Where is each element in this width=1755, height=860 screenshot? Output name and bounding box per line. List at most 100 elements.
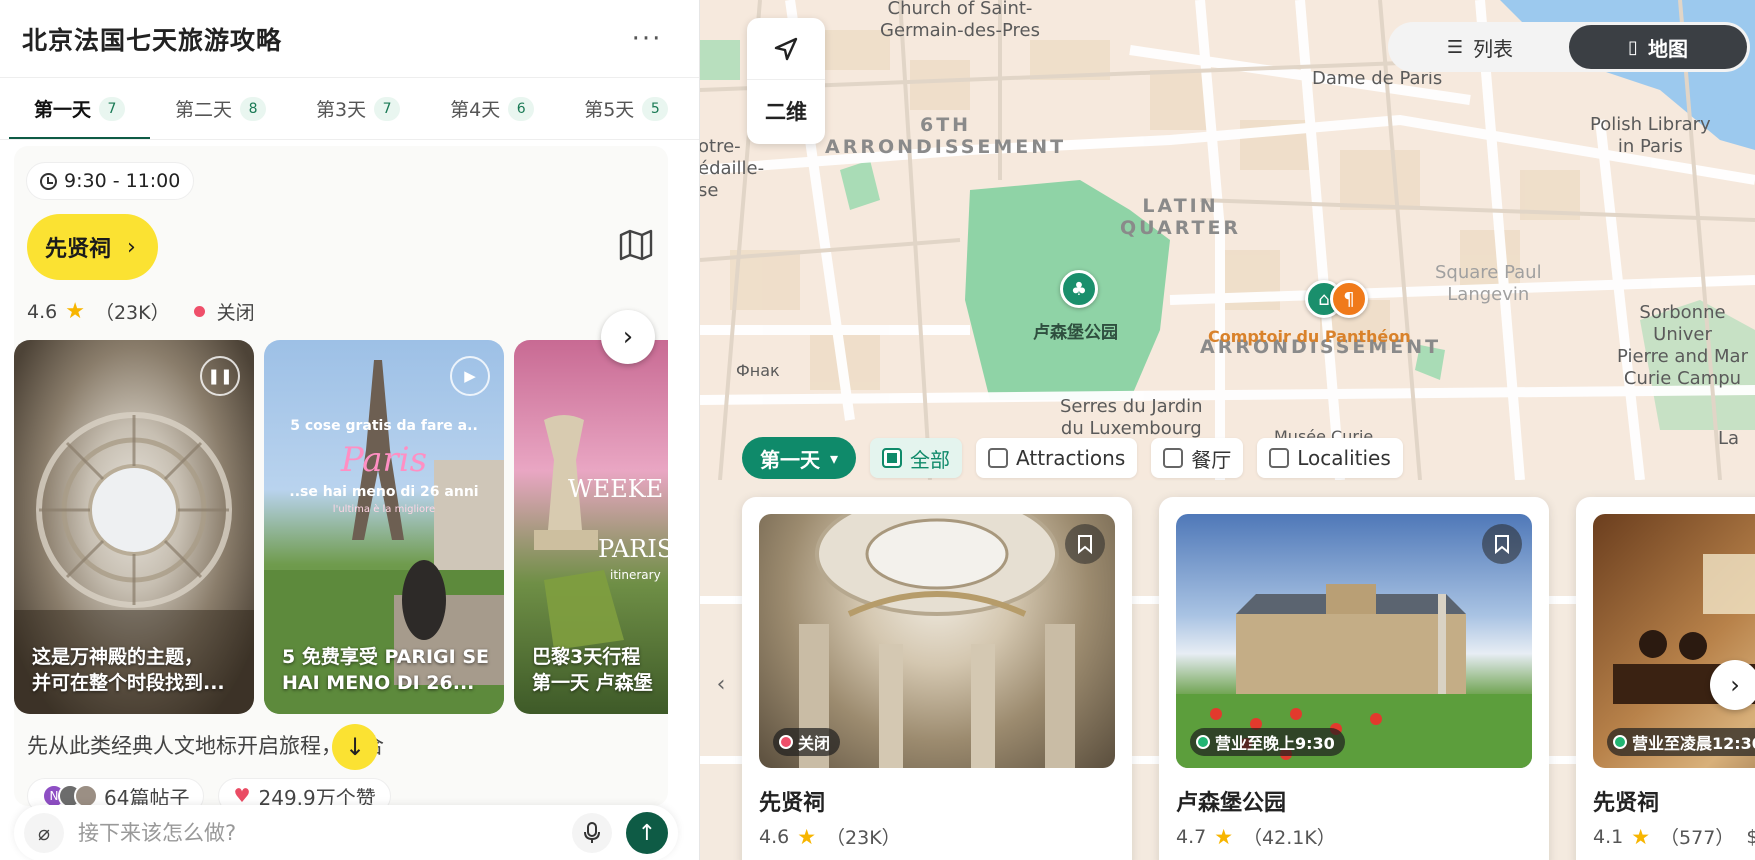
- video-card[interactable]: ❚❚ 这是万神殿的主题， 并可在整个时段找到...: [14, 340, 254, 714]
- rating-value: 4.1: [1593, 825, 1624, 848]
- status-text: 营业至晚上9:30: [1215, 734, 1335, 753]
- play-icon[interactable]: ▶: [450, 356, 490, 396]
- video-caption: 巴黎3天行程 第一天 卢森堡: [532, 646, 653, 694]
- attach-icon[interactable]: ⌀: [24, 813, 64, 853]
- rating-value: 4.6: [27, 300, 58, 323]
- tab-label: 第一天: [34, 99, 92, 121]
- place-card[interactable]: 关闭 先贤祠 4.6 ★ （23K）: [742, 497, 1132, 860]
- place-image: 关闭: [759, 514, 1115, 768]
- map-label: Serres du Jardin du Luxembourg: [1060, 396, 1203, 439]
- status-badge: 营业至晚上9:30: [1190, 728, 1345, 756]
- tab-day-1[interactable]: 第一天 7: [9, 78, 151, 139]
- filter-label: Attractions: [1016, 446, 1126, 470]
- place-rating: 4.1 ★ （577） $: [1593, 823, 1755, 850]
- map-label: 6TH ARRONDISSEMENT: [825, 114, 1067, 158]
- microphone-icon[interactable]: [572, 813, 612, 853]
- day-filter-dropdown[interactable]: 第一天 ▾: [742, 437, 857, 479]
- tab-day-5[interactable]: 第5天 5: [559, 78, 693, 139]
- tab-day-3[interactable]: 第3天 7: [291, 78, 425, 139]
- cards-prev-button[interactable]: ‹: [703, 666, 739, 702]
- map-view-button[interactable]: ▯ 地图: [1569, 25, 1747, 69]
- list-icon: ☰: [1446, 36, 1464, 58]
- place-card[interactable]: 营业至晚上9:30 卢森堡公园 4.7 ★ （42.1K）: [1159, 497, 1549, 860]
- overlay-title: PARIS: [598, 535, 668, 563]
- scroll-down-button[interactable]: ↓: [332, 724, 378, 770]
- restaurant-pin-icon[interactable]: ¶: [1330, 280, 1368, 318]
- status-dot: [779, 735, 793, 749]
- tab-count-badge: 6: [508, 96, 535, 121]
- review-count: （42.1K）: [1243, 827, 1336, 849]
- filter-restaurants[interactable]: 餐厅: [1151, 438, 1244, 478]
- view-toggle: ☰ 列表 ▯ 地图: [1388, 22, 1750, 72]
- carousel-next-button[interactable]: ›: [601, 310, 655, 364]
- checkbox: [1269, 448, 1290, 468]
- chat-input-bar: ⌀ ↑: [14, 805, 678, 860]
- filter-attractions[interactable]: Attractions: [976, 438, 1138, 478]
- place-rating: 4.6 ★ （23K）: [759, 823, 901, 850]
- map-label: Church of Saint- Germain-des-Pres: [880, 0, 1040, 41]
- time-chip: 9:30 - 11:00: [26, 162, 195, 200]
- poi-button[interactable]: 先贤祠 ›: [27, 214, 158, 280]
- status-text: 营业至凌晨12:30: [1632, 734, 1755, 753]
- map-label: La: [1718, 428, 1740, 449]
- place-rating: 4.7 ★ （42.1K）: [1176, 823, 1336, 850]
- day-tabs: 第一天 7 第二天 8 第3天 7 第4天 6 第5天 5: [0, 78, 699, 140]
- filter-localities[interactable]: Localities: [1257, 438, 1403, 478]
- filter-label: 餐厅: [1191, 447, 1232, 472]
- place-image: 营业至晚上9:30: [1176, 514, 1532, 768]
- video-card[interactable]: WEEKE PARIS itinerary 巴黎3天行程 第一天 卢森堡: [514, 340, 668, 714]
- tab-label: 第二天: [175, 99, 233, 121]
- tab-count-badge: 7: [374, 96, 401, 121]
- chevron-right-icon: ›: [127, 234, 136, 260]
- video-card[interactable]: 5 cose gratis da fare a.. Paris ..se hai…: [264, 340, 504, 714]
- place-name: 先贤祠: [1593, 791, 1660, 816]
- more-options-icon[interactable]: ···: [627, 24, 667, 54]
- locate-icon[interactable]: [747, 18, 825, 80]
- video-caption: 5 免费享受 PARIGI SE HAI MENO DI 26...: [282, 646, 489, 694]
- day-filter-label: 第一天: [760, 447, 820, 472]
- tab-day-2[interactable]: 第二天 8: [150, 78, 291, 139]
- overlay-title: Paris: [340, 440, 428, 480]
- map-view[interactable]: Church of Saint- Germain-des-Pres Dame d…: [700, 0, 1755, 860]
- clock-icon: [40, 172, 57, 190]
- video-carousel: ❚❚ 这是万神殿的主题， 并可在整个时段找到... 5 cose gratis …: [14, 340, 668, 714]
- cards-next-button[interactable]: ›: [1710, 660, 1755, 710]
- map-label-luxembourg: 卢森堡公园: [1033, 323, 1118, 343]
- bookmark-icon[interactable]: [1482, 524, 1522, 564]
- overlay-text: 5 cose gratis da fare a..: [290, 418, 478, 434]
- map-icon: ▯: [1628, 36, 1638, 58]
- filter-label: Localities: [1297, 446, 1391, 470]
- status-badge: 关闭: [773, 728, 841, 756]
- tab-label: 第5天: [584, 99, 635, 121]
- list-view-label: 列表: [1473, 36, 1514, 61]
- chat-input[interactable]: [78, 821, 572, 845]
- dimension-toggle[interactable]: 二维: [747, 80, 825, 142]
- star-icon: ★: [65, 299, 85, 324]
- heart-icon: ♥: [233, 785, 251, 807]
- bookmark-icon[interactable]: [1065, 524, 1105, 564]
- chevron-down-icon: ▾: [830, 448, 839, 468]
- map-icon[interactable]: [618, 228, 654, 262]
- time-range: 9:30 - 11:00: [64, 170, 181, 192]
- status-text: 关闭: [798, 734, 831, 753]
- filter-label: 全部: [910, 447, 951, 472]
- place-image: 营业至凌晨12:30: [1593, 514, 1755, 768]
- tab-count-badge: 8: [240, 96, 267, 121]
- place-name: 先贤祠: [759, 791, 826, 816]
- pause-icon[interactable]: ❚❚: [200, 356, 240, 396]
- overlay-text: itinerary: [610, 568, 661, 582]
- park-pin-icon[interactable]: ♣: [1060, 270, 1098, 308]
- filter-all[interactable]: 全部: [870, 438, 963, 478]
- video-caption: 这是万神殿的主题， 并可在整个时段找到...: [32, 646, 225, 694]
- map-label: otre- édaille- se: [700, 136, 765, 201]
- tab-label: 第3天: [316, 99, 367, 121]
- rating-value: 4.6: [759, 825, 790, 848]
- checkbox: [1163, 448, 1184, 468]
- star-icon: ★: [1631, 824, 1651, 849]
- map-view-label: 地图: [1647, 36, 1688, 61]
- tab-day-4[interactable]: 第4天 6: [425, 78, 559, 139]
- map-label-comptoir: Comptoir du Panthéon: [1208, 327, 1411, 346]
- send-button[interactable]: ↑: [626, 812, 668, 854]
- list-view-button[interactable]: ☰ 列表: [1391, 25, 1569, 69]
- tab-count-badge: 7: [99, 96, 126, 121]
